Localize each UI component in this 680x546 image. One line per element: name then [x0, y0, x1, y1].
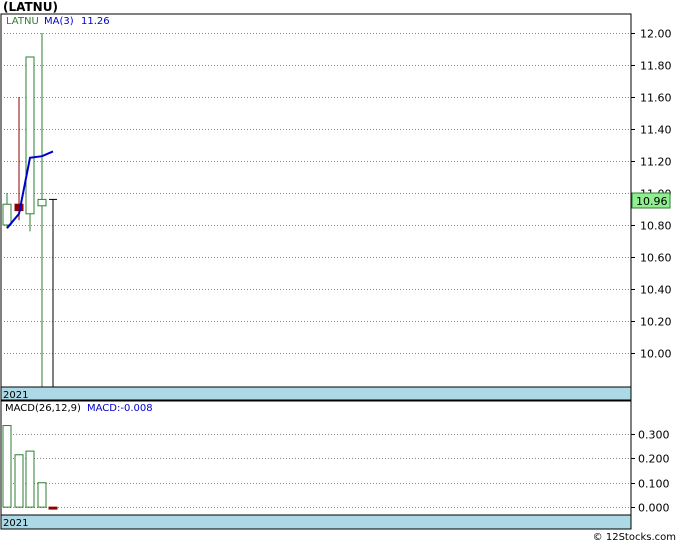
macd-tick-label: 0.200	[638, 453, 670, 466]
price-tick-label: 11.40	[640, 124, 672, 137]
macd-tick-label: 0.100	[638, 478, 670, 491]
last-price-label: 10.96	[636, 195, 668, 208]
macd-bar	[2, 425, 12, 508]
macd-value-label: MACD:-0.008	[87, 403, 153, 414]
macd-axis: 0.000 0.100 0.200 0.300	[631, 429, 670, 515]
price-year-band	[0, 386, 632, 401]
ma-label: MA(3)	[44, 16, 74, 27]
macd-year-band	[0, 514, 632, 530]
price-tick-label: 10.20	[640, 316, 672, 329]
candle-body	[37, 198, 47, 207]
symbol-label: LATNU	[6, 16, 39, 27]
price-year-label: 2021	[3, 390, 28, 401]
macd-bar	[25, 450, 35, 508]
candle-body	[2, 203, 12, 226]
price-tick-label: 12.00	[640, 28, 672, 41]
price-tick-label: 10.80	[640, 220, 672, 233]
price-tick-label: 11.60	[640, 92, 672, 105]
macd-bar	[14, 454, 24, 508]
price-tick-label: 11.80	[640, 60, 672, 73]
macd-tick-label: 0.000	[638, 502, 670, 515]
price-tick-label: 11.20	[640, 156, 672, 169]
price-panel	[0, 13, 632, 388]
candle-body	[25, 56, 35, 215]
footer-copyright: © 12Stocks.com	[592, 532, 676, 543]
price-tick-label: 10.40	[640, 284, 672, 297]
price-tick-label: 10.00	[640, 348, 672, 361]
macd-year-label: 2021	[3, 518, 28, 529]
macd-bar	[37, 482, 47, 508]
ma-value: 11.26	[81, 16, 110, 27]
price-tick-label: 10.60	[640, 252, 672, 265]
stock-chart: 10.0010.2010.4010.6010.8011.0011.2011.40…	[0, 13, 672, 530]
macd-tick-label: 0.300	[638, 429, 670, 442]
macd-bar	[48, 506, 58, 510]
macd-label: MACD(26,12,9)	[5, 403, 81, 414]
